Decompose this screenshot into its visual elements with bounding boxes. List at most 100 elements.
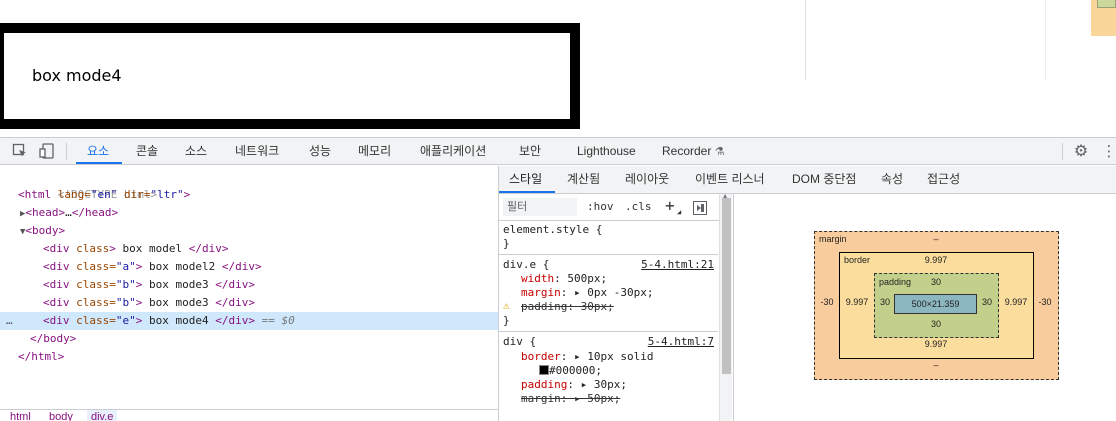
html-open-tag: <html <box>18 188 52 201</box>
toolbar-separator <box>1062 143 1063 160</box>
dom-head-line[interactable]: ▶<head>…</head> <box>0 204 498 222</box>
expand-triangle-icon[interactable]: ▶ <box>0 209 25 219</box>
subtab-layout[interactable]: 레이아웃 <box>625 166 669 194</box>
page-viewport: box mode4 <box>0 0 1116 137</box>
tab-performance[interactable]: 성능 <box>309 138 331 164</box>
rule-div[interactable]: div {5-4.html:7 <box>503 335 718 349</box>
dom-div-line[interactable]: <div class="b"> box mode3 </div> <box>0 294 498 312</box>
dom-body-close-line[interactable]: </body> <box>0 330 498 348</box>
tab-sources[interactable]: 소스 <box>185 138 207 164</box>
border-right-value[interactable]: 9.997 <box>1000 297 1032 307</box>
decl-width[interactable]: width: 500px; <box>521 272 718 286</box>
padding-right-value[interactable]: 30 <box>979 297 995 307</box>
element-style-selector[interactable]: element.style { <box>503 223 718 237</box>
dom-div-line[interactable]: <div class> box model </div> <box>0 240 498 258</box>
toggle-sidebar-icon[interactable] <box>693 201 707 215</box>
margin-left-value[interactable]: -30 <box>818 297 836 307</box>
decl-padding-overridden[interactable]: padding: 30px; <box>521 300 718 314</box>
styles-scrollbar[interactable]: ▲ <box>719 192 732 421</box>
border-left-value[interactable]: 9.997 <box>841 297 873 307</box>
tab-application[interactable]: 애플리케이션 <box>420 138 486 164</box>
tag-close: > <box>109 242 116 255</box>
collapse-triangle-icon[interactable]: ▼ <box>0 227 25 237</box>
dom-div-line[interactable]: <div class="a"> box model2 </div> <box>0 258 498 276</box>
div-open-tag: <div <box>43 278 70 291</box>
margin-top-value[interactable]: – <box>930 234 942 244</box>
tab-recorder[interactable]: Recorder ⚗ <box>662 138 725 164</box>
div-text: box model <box>115 242 189 255</box>
padding-bottom-value[interactable]: 30 <box>926 319 946 329</box>
tab-memory[interactable]: 메모리 <box>358 138 391 164</box>
div-open-tag: <div <box>43 296 70 309</box>
dom-body-line[interactable]: ▼<body> <box>0 222 498 240</box>
border-bottom-value[interactable]: 9.997 <box>920 339 952 349</box>
tab-elements[interactable]: 요소 <box>87 138 109 164</box>
padding-left-value[interactable]: 30 <box>877 297 893 307</box>
subtab-styles[interactable]: 스타일 <box>509 166 542 194</box>
dom-html-line[interactable]: <html lang="en" dir="ltr"> <box>0 186 498 204</box>
decl-border-color[interactable]: #000000; <box>539 364 718 378</box>
tab-security[interactable]: 보안 <box>519 138 541 164</box>
inspect-element-icon[interactable] <box>11 143 29 161</box>
new-rule-dropdown-icon[interactable]: ◢ <box>677 208 681 216</box>
hov-toggle-button[interactable]: :hov <box>587 200 614 213</box>
div-text: box mode4 <box>142 314 216 327</box>
settings-gear-icon[interactable]: ⚙ <box>1072 142 1090 160</box>
decl-border[interactable]: border: ▸ 10px solid <box>521 350 718 364</box>
border-top-value[interactable]: 9.997 <box>920 255 952 265</box>
subtab-computed[interactable]: 계산됨 <box>567 166 600 194</box>
prop-name: padding <box>521 300 568 313</box>
box-model-content[interactable]: 500×21.359 <box>894 294 977 314</box>
padding-top-value[interactable]: 30 <box>926 277 946 287</box>
dom-tree: <!DOCTYPE html> <html lang="en" dir="ltr… <box>0 166 498 421</box>
subtab-dom-breakpoints[interactable]: DOM 중단점 <box>792 166 856 194</box>
attr-value: "b" <box>115 278 136 291</box>
rule-separator <box>499 331 718 332</box>
attr-value: "e" <box>115 314 136 327</box>
device-toolbar-icon[interactable] <box>38 143 56 161</box>
attr-name: dir= <box>117 188 151 201</box>
tab-network[interactable]: 네트워크 <box>235 138 279 164</box>
dom-selected-div-line[interactable]: … <div class="e"> box mode4 </div> == $0 <box>0 312 498 330</box>
styles-filter-bar: 필터 :hov .cls + ◢ <box>499 194 732 221</box>
breadcrumb-body[interactable]: body <box>49 411 73 421</box>
breadcrumb-div-e[interactable]: div.e <box>87 410 118 421</box>
prop-value: #000000; <box>549 364 602 377</box>
border-label: border <box>844 255 871 265</box>
breadcrumb-html[interactable]: html <box>10 411 31 421</box>
new-style-rule-button[interactable]: + <box>665 196 675 215</box>
tab-lighthouse[interactable]: Lighthouse <box>577 138 636 164</box>
decl-padding[interactable]: padding: ▸ 30px; <box>521 378 718 392</box>
active-tab-indicator <box>76 162 122 164</box>
prop-name: margin <box>521 286 561 299</box>
more-actions-ellipsis[interactable]: … <box>6 312 13 330</box>
dom-html-close-line[interactable]: </html> <box>0 348 498 366</box>
rule-source-link[interactable]: 5-4.html:21 <box>641 258 714 272</box>
warning-icon[interactable]: ⚠ <box>503 299 510 312</box>
selected-marker: == $0 <box>254 314 295 327</box>
subtab-event-listeners[interactable]: 이벤트 리스너 <box>695 166 765 194</box>
rule-div-e[interactable]: div.e {5-4.html:21 <box>503 258 718 272</box>
tab-console[interactable]: 콘솔 <box>136 138 158 164</box>
dom-div-line[interactable]: <div class="b"> box mode3 </div> <box>0 276 498 294</box>
rule-source-link[interactable]: 5-4.html:7 <box>648 335 714 349</box>
div-open-tag: <div <box>43 314 70 327</box>
highlight-box <box>1091 0 1116 36</box>
subtab-properties[interactable]: 속성 <box>881 166 903 194</box>
scroll-thumb[interactable] <box>722 198 731 374</box>
styles-filter-input[interactable]: 필터 <box>503 198 577 216</box>
margin-bottom-value[interactable]: – <box>930 360 942 370</box>
margin-label: margin <box>819 234 847 244</box>
margin-right-value[interactable]: -30 <box>1036 297 1054 307</box>
subtab-accessibility[interactable]: 접근성 <box>927 166 960 194</box>
highlight-box-inner <box>1097 0 1116 8</box>
more-options-icon[interactable]: ⋮ <box>1100 142 1116 160</box>
decl-margin-overridden[interactable]: margin: ▸ 50px; <box>521 392 718 406</box>
decl-margin[interactable]: margin: ▸ 0px -30px; <box>521 286 718 300</box>
color-swatch[interactable] <box>539 365 549 375</box>
body-open-tag: <body> <box>25 224 66 237</box>
attr-name: class= <box>69 278 116 291</box>
dom-doctype-line[interactable]: <!DOCTYPE html> <box>0 168 498 201</box>
box-mode4-text: box mode4 <box>32 66 122 85</box>
cls-toggle-button[interactable]: .cls <box>625 200 652 213</box>
